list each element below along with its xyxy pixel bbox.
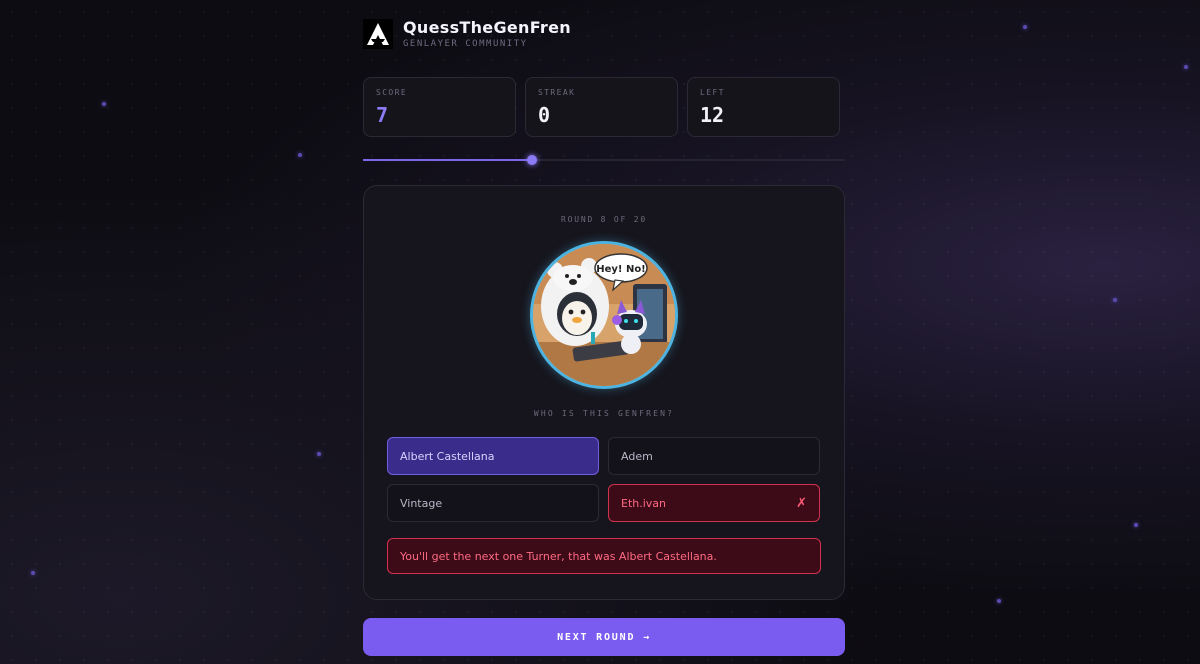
progress-fill [363, 159, 532, 161]
stat-score-label: SCORE [376, 88, 408, 97]
option-albert-castellana[interactable]: Albert Castellana [387, 437, 599, 475]
star-dot [298, 153, 302, 157]
stat-left: LEFT 12 [687, 77, 840, 137]
progress-knob [526, 155, 537, 165]
star-dot [102, 102, 106, 106]
star-dot [1134, 523, 1138, 527]
option-label: Albert Castellana [400, 449, 495, 463]
option-adem[interactable]: Adem [608, 437, 820, 475]
option-eth-ivan[interactable]: Eth.ivan ✗ [608, 484, 820, 522]
wrong-x-icon: ✗ [796, 495, 807, 511]
question-label: WHO IS THIS GENFREN? [533, 409, 675, 418]
star-dot [1023, 25, 1027, 29]
app-subtitle: GENLAYER COMMUNITY [403, 39, 528, 49]
next-round-button[interactable]: NEXT ROUND → [363, 618, 845, 656]
stat-score-value: 7 [376, 103, 389, 127]
star-dot [317, 452, 321, 456]
option-label: Eth.ivan [621, 496, 667, 510]
stat-left-value: 12 [700, 103, 725, 127]
star-dot [31, 571, 35, 575]
option-label: Vintage [400, 496, 443, 510]
stats-bar: SCORE 7 STREAK 0 LEFT 12 [363, 77, 840, 137]
app-header: QuessTheGenFren GENLAYER COMMUNITY [363, 18, 571, 49]
speech-bubble-text: Hey! No! [596, 264, 646, 275]
stat-streak-value: 0 [538, 103, 551, 127]
stat-left-label: LEFT [700, 88, 725, 97]
question-card: ROUND 8 OF 20 Hey! No! WHO IS THIS GENFR… [363, 185, 845, 600]
option-vintage[interactable]: Vintage [387, 484, 599, 522]
star-dot [997, 599, 1001, 603]
app-title-block: QuessTheGenFren GENLAYER COMMUNITY [403, 18, 571, 49]
star-dot [1184, 65, 1188, 69]
logo-icon [363, 18, 393, 49]
feedback-message: You'll get the next one Turner, that was… [387, 538, 821, 574]
app-title: QuessTheGenFren [403, 18, 571, 37]
round-progress-bar [363, 155, 845, 165]
stat-score: SCORE 7 [363, 77, 516, 137]
option-label: Adem [621, 449, 653, 463]
fren-avatar-image: Hey! No! [530, 241, 678, 389]
round-label: ROUND 8 OF 20 [560, 215, 647, 224]
stat-streak: STREAK 0 [525, 77, 678, 137]
star-dot [1113, 298, 1117, 302]
stat-streak-label: STREAK [538, 88, 576, 97]
